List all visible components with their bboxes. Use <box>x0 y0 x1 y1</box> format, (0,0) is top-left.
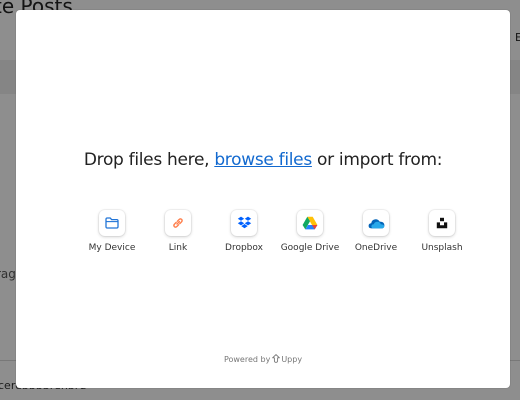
provider-my-device[interactable]: My Device <box>76 210 148 253</box>
dropbox-icon <box>231 210 257 236</box>
provider-onedrive[interactable]: OneDrive <box>340 210 412 253</box>
drop-prompt-prefix: Drop files here, <box>83 150 215 170</box>
link-icon <box>165 210 191 236</box>
drop-prompt-suffix: or import from: <box>311 150 443 170</box>
folder-icon <box>99 210 125 236</box>
provider-link[interactable]: Link <box>142 210 214 253</box>
drop-zone-prompt: Drop files here, browse files or import … <box>16 150 510 170</box>
google-drive-icon <box>297 210 323 236</box>
provider-list: My Device Link Dropbox Google Drive OneD <box>66 210 466 264</box>
provider-label: Unsplash <box>421 243 463 253</box>
powered-by-footer: Powered by Uppy <box>16 354 510 365</box>
provider-dropbox[interactable]: Dropbox <box>208 210 280 253</box>
provider-unsplash[interactable]: Unsplash <box>406 210 478 253</box>
upload-modal: Drop files here, browse files or import … <box>16 10 510 388</box>
powered-by-text: Powered by <box>223 355 271 364</box>
browse-files-link[interactable]: browse files <box>214 150 312 170</box>
provider-google-drive[interactable]: Google Drive <box>274 210 346 253</box>
unsplash-icon <box>429 210 455 236</box>
provider-label: My Device <box>88 243 136 253</box>
onedrive-icon <box>363 210 389 236</box>
provider-label: Link <box>168 243 188 253</box>
uppy-logo-icon <box>272 354 281 365</box>
provider-label: Dropbox <box>225 243 263 253</box>
provider-label: Google Drive <box>280 243 340 253</box>
provider-label: OneDrive <box>354 243 398 253</box>
uppy-brand-link[interactable]: Uppy <box>281 355 302 364</box>
